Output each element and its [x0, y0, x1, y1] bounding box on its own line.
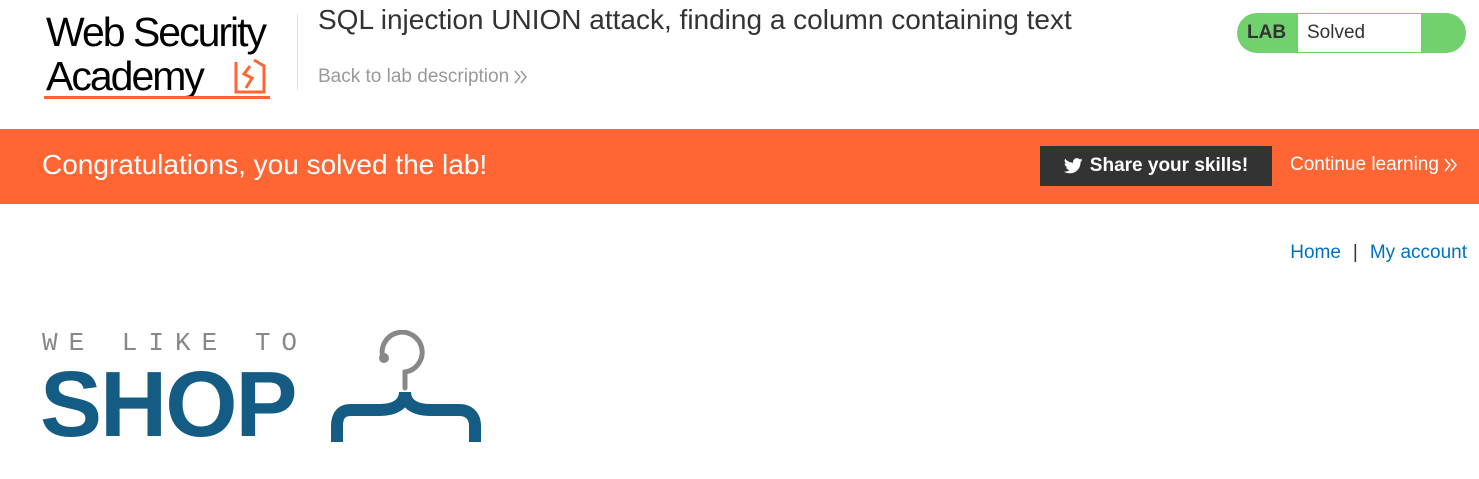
double-chevron-right-icon [1444, 158, 1457, 172]
academy-lightning-icon [234, 58, 266, 94]
lab-status-text: Solved [1307, 22, 1366, 43]
nav-separator: | [1352, 242, 1358, 263]
lab-status-widget: LAB Solved [1237, 13, 1466, 53]
logo-text-line2: Academy [46, 53, 205, 99]
lab-title: SQL injection UNION attack, finding a co… [318, 4, 1072, 35]
shop-nav: Home | My account [1290, 242, 1467, 264]
congratulations-banner: Congratulations, you solved the lab! Sha… [0, 129, 1479, 204]
shop-word: SHOP [40, 352, 298, 456]
banner-message: Congratulations, you solved the lab! [42, 149, 488, 180]
logo-underline [44, 96, 270, 99]
lab-status-box: Solved [1298, 14, 1421, 52]
back-to-lab-description-link[interactable]: Back to lab description [318, 66, 528, 88]
twitter-icon [1063, 158, 1083, 174]
double-chevron-right-icon [514, 70, 528, 84]
continue-learning-label: Continue learning [1290, 154, 1439, 175]
web-security-academy-logo[interactable]: Web Security Academy [44, 12, 294, 102]
logo-text-line1: Web Security [46, 9, 267, 55]
home-link[interactable]: Home [1290, 242, 1341, 263]
continue-learning-link[interactable]: Continue learning [1290, 154, 1458, 176]
share-your-skills-button[interactable]: Share your skills! [1040, 146, 1272, 186]
back-link-label: Back to lab description [318, 66, 510, 87]
academy-header: Web Security Academy SQL injection UNION… [0, 0, 1479, 129]
share-button-label: Share your skills! [1089, 155, 1249, 176]
lab-label: LAB [1247, 22, 1287, 43]
shop-logo: WE LIKE TO SHOP [40, 328, 482, 456]
header-divider [297, 14, 298, 90]
hanger-icon [331, 330, 481, 442]
my-account-link[interactable]: My account [1370, 242, 1467, 263]
